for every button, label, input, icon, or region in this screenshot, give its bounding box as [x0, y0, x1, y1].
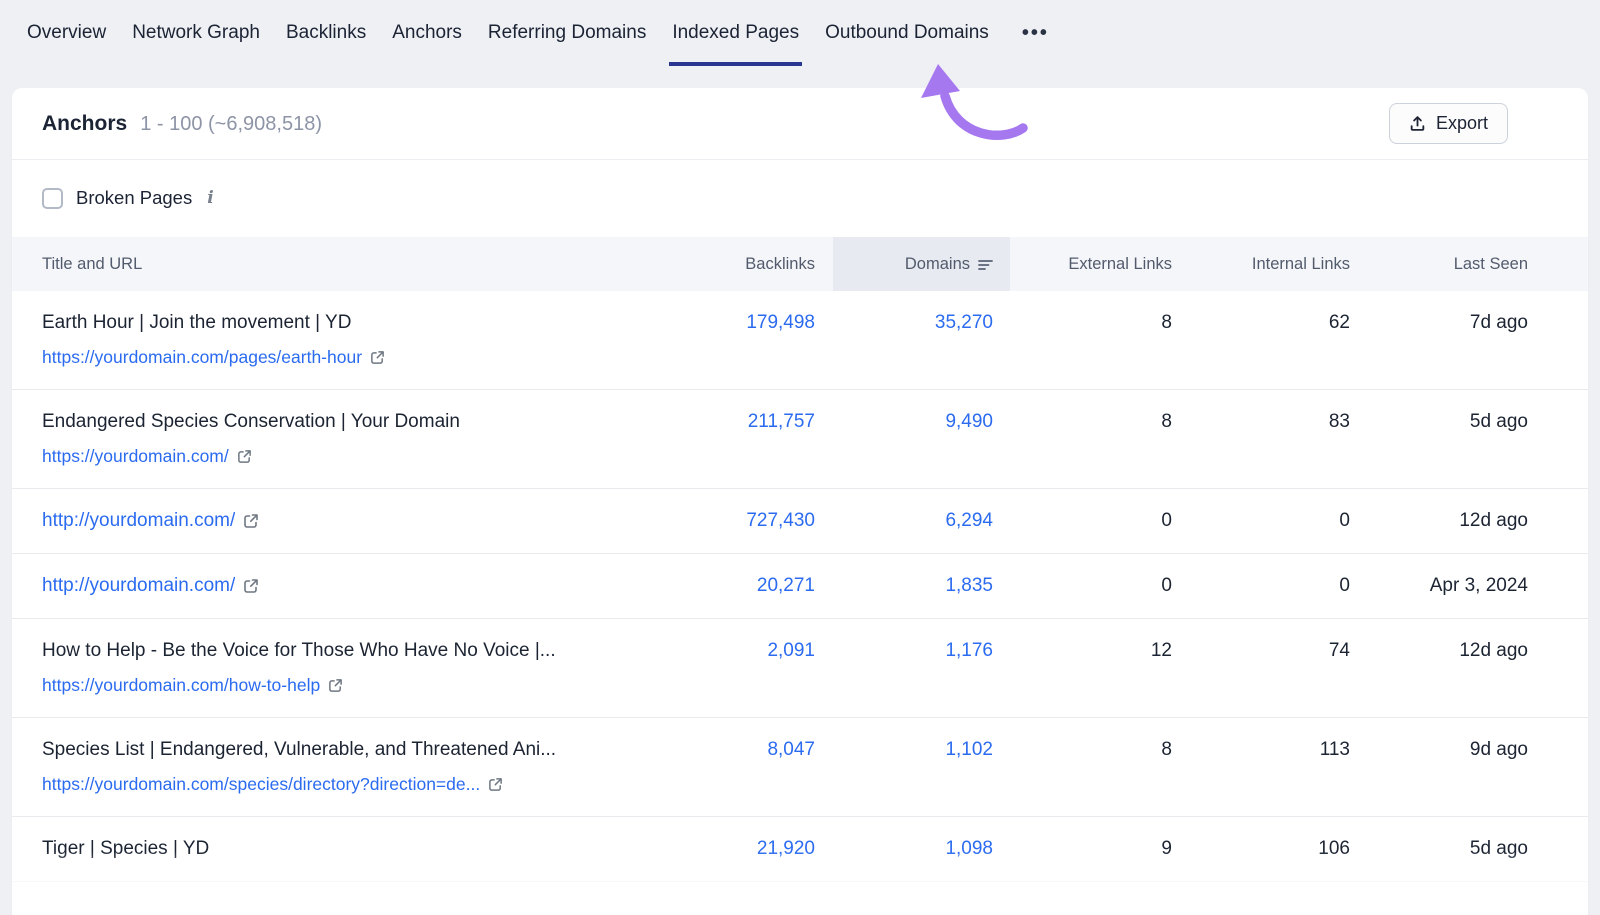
- last-seen-value: 12d ago: [1350, 640, 1528, 662]
- internal-links-count: 106: [1172, 838, 1350, 860]
- last-seen-value: 12d ago: [1350, 510, 1528, 532]
- domains-count[interactable]: 1,176: [945, 640, 993, 661]
- column-internal-links[interactable]: Internal Links: [1172, 237, 1350, 291]
- domains-count[interactable]: 1,098: [945, 838, 993, 859]
- backlinks-count[interactable]: 2,091: [767, 640, 815, 661]
- page-title-text: How to Help - Be the Voice for Those Who…: [42, 640, 610, 662]
- more-tabs-button[interactable]: •••: [1002, 0, 1062, 66]
- domains-count[interactable]: 6,294: [945, 510, 993, 531]
- external-links-count: 0: [1010, 575, 1172, 597]
- external-link-icon[interactable]: [328, 678, 343, 693]
- backlinks-count[interactable]: 8,047: [767, 739, 815, 760]
- page-url-link[interactable]: http://yourdomain.com/: [42, 510, 235, 532]
- export-icon: [1409, 115, 1426, 132]
- info-icon[interactable]: i: [205, 188, 213, 208]
- backlinks-count[interactable]: 727,430: [746, 510, 815, 531]
- internal-links-count: 113: [1172, 739, 1350, 761]
- page-title-text: Tiger | Species | YD: [42, 838, 610, 860]
- page-title: Anchors: [42, 112, 127, 136]
- external-links-count: 9: [1010, 838, 1172, 860]
- external-link-icon[interactable]: [370, 350, 385, 365]
- external-links-count: 8: [1010, 312, 1172, 334]
- backlinks-count[interactable]: 20,271: [757, 575, 815, 596]
- table-row: How to Help - Be the Voice for Those Who…: [12, 619, 1588, 718]
- page-url-link[interactable]: http://yourdomain.com/: [42, 575, 235, 597]
- domains-count[interactable]: 1,102: [945, 739, 993, 760]
- broken-pages-checkbox[interactable]: [42, 188, 63, 209]
- page-title-text: Endangered Species Conservation | Your D…: [42, 411, 610, 433]
- last-seen-value: 5d ago: [1350, 838, 1528, 860]
- external-link-icon[interactable]: [237, 449, 252, 464]
- backlinks-count[interactable]: 211,757: [748, 411, 815, 432]
- external-links-count: 12: [1010, 640, 1172, 662]
- table-row: http://yourdomain.com/ 727,430 6,294 0 0…: [12, 489, 1588, 554]
- backlinks-count[interactable]: 21,920: [757, 838, 815, 859]
- table-header: Title and URL Backlinks Domains External…: [12, 237, 1588, 291]
- external-link-icon[interactable]: [243, 513, 259, 529]
- external-link-icon[interactable]: [488, 777, 503, 792]
- export-button-label: Export: [1436, 113, 1488, 134]
- external-links-count: 8: [1010, 739, 1172, 761]
- internal-links-count: 0: [1172, 575, 1350, 597]
- internal-links-count: 62: [1172, 312, 1350, 334]
- tab-anchors[interactable]: Anchors: [379, 0, 475, 66]
- tab-overview[interactable]: Overview: [14, 0, 119, 66]
- internal-links-count: 83: [1172, 411, 1350, 433]
- filter-row: Broken Pages i: [12, 160, 1588, 237]
- page-title-text: Species List | Endangered, Vulnerable, a…: [42, 739, 610, 761]
- result-range: 1 - 100 (~6,908,518): [140, 113, 322, 136]
- column-title-and-url: Title and URL: [42, 237, 640, 291]
- last-seen-value: 9d ago: [1350, 739, 1528, 761]
- domains-count[interactable]: 9,490: [945, 411, 993, 432]
- page-url-link[interactable]: https://yourdomain.com/how-to-help: [42, 675, 320, 696]
- column-last-seen[interactable]: Last Seen: [1350, 237, 1528, 291]
- table-row: Tiger | Species | YD 21,920 1,098 9 106 …: [12, 817, 1588, 882]
- domains-count[interactable]: 35,270: [935, 312, 993, 333]
- tab-indexed-pages[interactable]: Indexed Pages: [659, 0, 812, 66]
- column-backlinks[interactable]: Backlinks: [640, 237, 833, 291]
- tab-network-graph[interactable]: Network Graph: [119, 0, 273, 66]
- export-button[interactable]: Export: [1389, 103, 1508, 144]
- table-row: Endangered Species Conservation | Your D…: [12, 390, 1588, 489]
- column-domains-sorted[interactable]: Domains: [833, 237, 1010, 291]
- tab-referring-domains[interactable]: Referring Domains: [475, 0, 659, 66]
- tab-outbound-domains[interactable]: Outbound Domains: [812, 0, 1002, 66]
- domains-count[interactable]: 1,835: [945, 575, 993, 596]
- internal-links-count: 74: [1172, 640, 1350, 662]
- last-seen-value: 5d ago: [1350, 411, 1528, 433]
- page-title-text: Earth Hour | Join the movement | YD: [42, 312, 610, 334]
- column-external-links[interactable]: External Links: [1010, 237, 1172, 291]
- broken-pages-label[interactable]: Broken Pages: [76, 187, 192, 209]
- page-url-link[interactable]: https://yourdomain.com/pages/earth-hour: [42, 347, 362, 368]
- internal-links-count: 0: [1172, 510, 1350, 532]
- backlinks-count[interactable]: 179,498: [746, 312, 815, 333]
- external-link-icon[interactable]: [243, 578, 259, 594]
- tab-backlinks[interactable]: Backlinks: [273, 0, 379, 66]
- sort-descending-icon: [978, 259, 993, 271]
- table-row: Species List | Endangered, Vulnerable, a…: [12, 718, 1588, 817]
- page-url-link[interactable]: https://yourdomain.com/species/directory…: [42, 774, 480, 795]
- external-links-count: 8: [1010, 411, 1172, 433]
- top-nav: Overview Network Graph Backlinks Anchors…: [0, 0, 1600, 66]
- table-row: Earth Hour | Join the movement | YD http…: [12, 291, 1588, 390]
- report-card: Anchors 1 - 100 (~6,908,518) Export Brok…: [12, 88, 1588, 915]
- page-url-link[interactable]: https://yourdomain.com/: [42, 446, 229, 467]
- column-domains-label: Domains: [905, 255, 970, 274]
- external-links-count: 0: [1010, 510, 1172, 532]
- card-header: Anchors 1 - 100 (~6,908,518) Export: [12, 88, 1588, 160]
- last-seen-value: Apr 3, 2024: [1350, 575, 1528, 597]
- table-row: http://yourdomain.com/ 20,271 1,835 0 0 …: [12, 554, 1588, 619]
- last-seen-value: 7d ago: [1350, 312, 1528, 334]
